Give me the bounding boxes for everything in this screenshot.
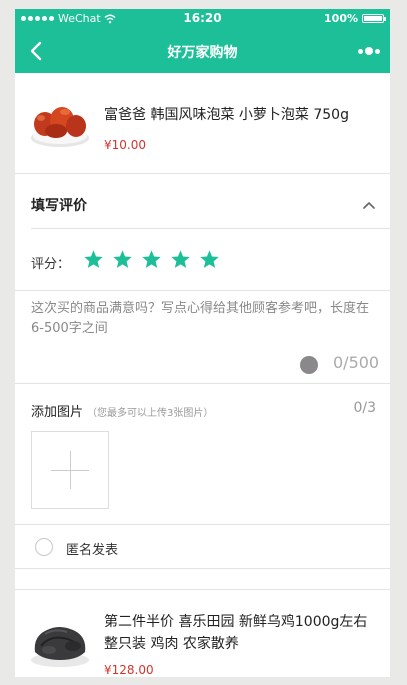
battery-percent: 100% [324, 12, 358, 25]
add-photo-button[interactable] [31, 431, 109, 509]
add-photo-title: 添加图片 [31, 405, 84, 420]
divider [15, 290, 390, 291]
add-photo-label: 添加图片 （您最多可以上传3张图片） [31, 401, 213, 420]
section-gap [15, 571, 390, 589]
phone-screen: WeChat 16:20 100% 好万家购物 富爸爸 韩国风味泡菜 小萝卜泡菜… [15, 9, 390, 677]
product-name: 富爸爸 韩国风味泡菜 小萝卜泡菜 750g [104, 107, 349, 123]
product-price: ¥128.00 [104, 663, 154, 677]
star-icon[interactable] [141, 249, 162, 270]
status-bar: WeChat 16:20 100% [15, 9, 390, 29]
divider [15, 173, 390, 174]
chicken-product-image [31, 627, 89, 667]
divider [15, 568, 390, 569]
divider [15, 383, 390, 384]
product-price: ¥10.00 [104, 138, 146, 152]
review-text-input[interactable] [31, 299, 374, 347]
anonymous-radio[interactable] [35, 538, 53, 556]
input-indicator-dot [300, 356, 318, 374]
divider [15, 524, 390, 525]
product-item[interactable]: 富爸爸 韩国风味泡菜 小萝卜泡菜 750g ¥10.00 [15, 73, 390, 182]
photo-count: 0/3 [353, 400, 376, 416]
character-counter: 0/500 [333, 353, 380, 372]
star-icon[interactable] [170, 249, 191, 270]
review-section-title: 填写评价 [31, 198, 87, 214]
rating-label: 评分： [31, 257, 71, 272]
more-options-icon[interactable] [354, 41, 380, 61]
star-icon[interactable] [199, 249, 220, 270]
anonymous-label: 匿名发表 [66, 543, 119, 558]
star-rating[interactable] [83, 249, 220, 270]
product-item[interactable]: 第二件半价 喜乐田园 新鲜乌鸡1000g左右整只装 鸡肉 农家散养 ¥128.0… [15, 589, 390, 677]
plus-icon-vertical [70, 451, 71, 489]
chevron-up-icon[interactable] [359, 195, 379, 215]
star-icon[interactable] [83, 249, 104, 270]
battery-icon [362, 14, 386, 23]
add-photo-hint: （您最多可以上传3张图片） [87, 408, 214, 419]
product-name: 第二件半价 喜乐田园 新鲜乌鸡1000g左右整只装 鸡肉 农家散养 [104, 614, 368, 652]
nav-bar: 好万家购物 [15, 29, 390, 73]
divider [31, 228, 390, 229]
page-title: 好万家购物 [167, 45, 238, 61]
star-icon[interactable] [112, 249, 133, 270]
kimchi-product-image [31, 107, 89, 147]
battery-status: 100% [324, 12, 386, 25]
